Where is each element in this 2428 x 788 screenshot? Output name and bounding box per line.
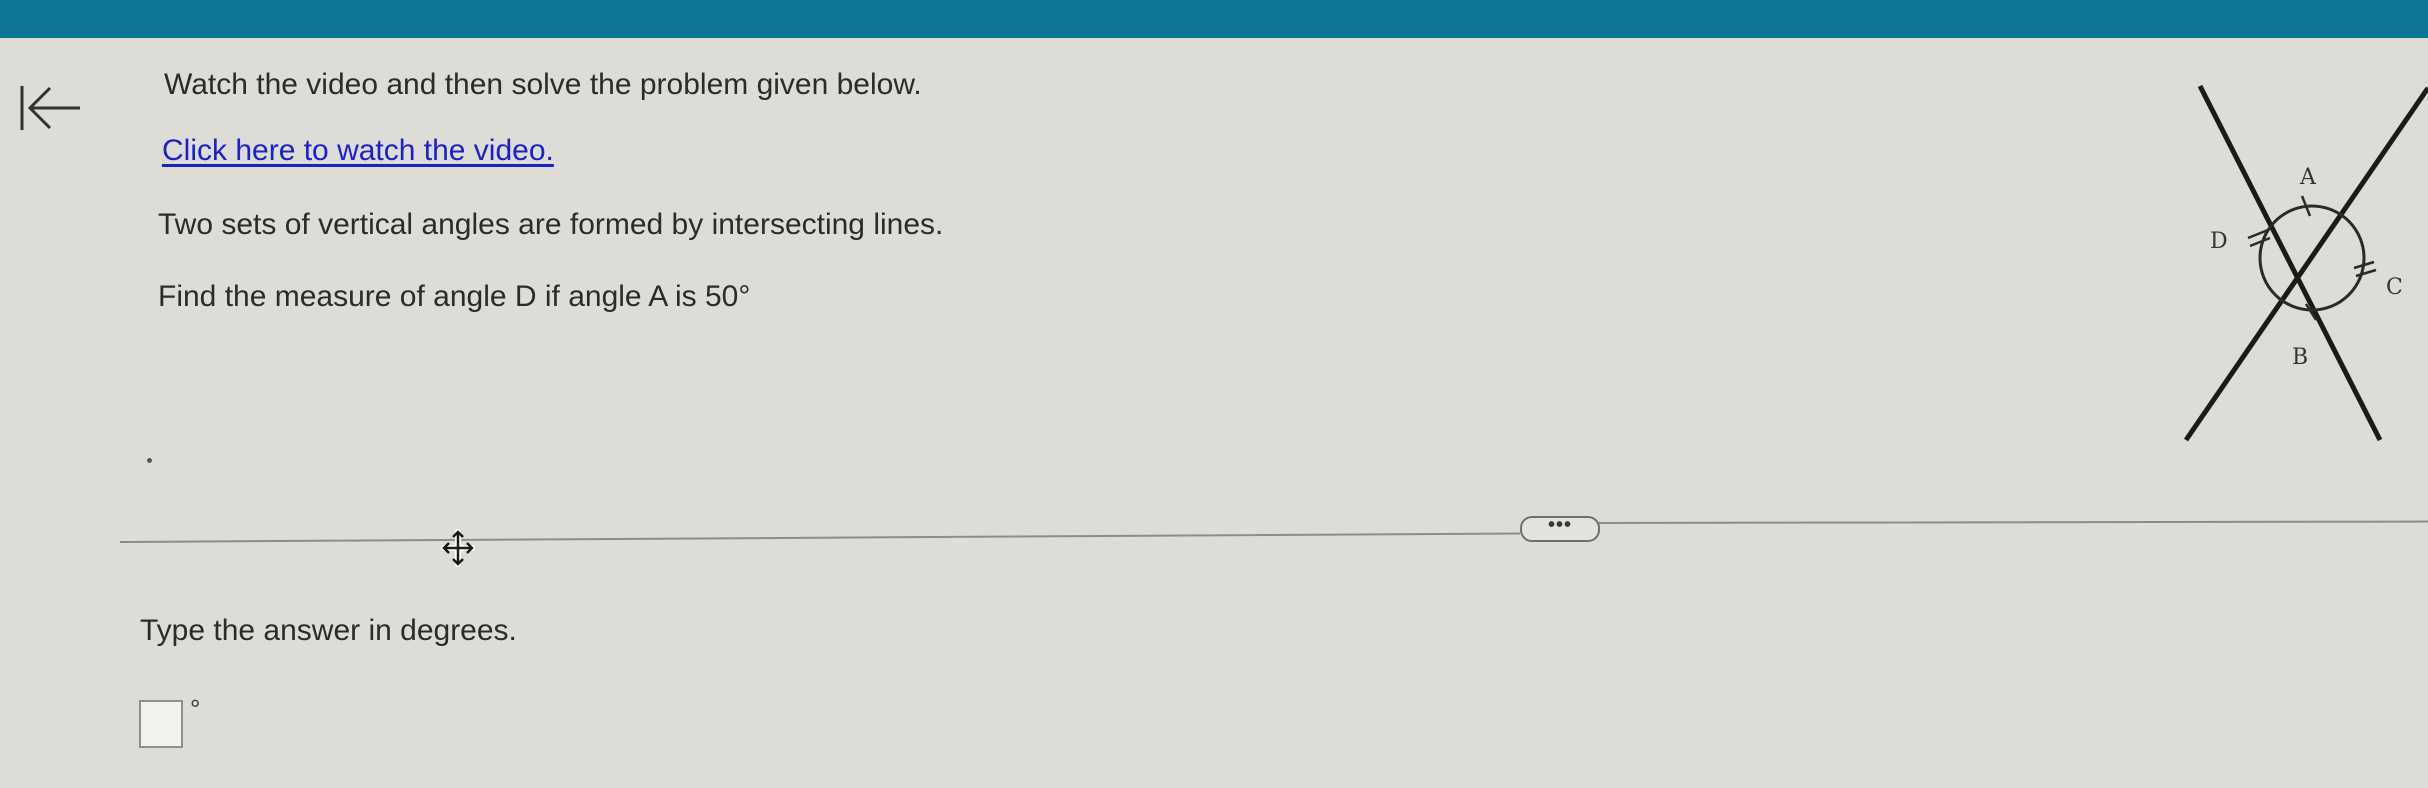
answer-input[interactable] [139,700,183,748]
angle-d-tick-2 [2249,236,2271,248]
stray-dot [147,458,152,463]
vertical-angles-diagram: A B C D [2183,84,2428,442]
back-button[interactable] [18,82,84,134]
arrow-left-to-bar-icon [20,86,80,130]
video-link[interactable]: Click here to watch the video. [162,134,554,168]
angle-label-a: A [2299,165,2317,190]
section-divider-left [120,532,1520,543]
intersecting-line-1 [2197,84,2383,442]
top-header-bar [0,0,2428,38]
angle-label-d: D [2210,229,2228,254]
answer-instruction: Type the answer in degrees. [140,614,517,647]
more-options-button[interactable]: ••• [1520,515,1600,542]
degree-unit: ° [190,694,201,724]
angle-label-b: B [2292,345,2308,370]
angle-c-tick-2 [2355,268,2377,278]
problem-text-line-2: Find the measure of angle D if angle A i… [158,280,751,313]
section-divider-right [1598,520,2428,524]
angle-label-c: C [2386,275,2403,300]
intersecting-line-2 [2183,86,2428,442]
move-cursor-icon [441,529,475,567]
problem-text-line-1: Two sets of vertical angles are formed b… [158,208,944,241]
instruction-text: Watch the video and then solve the probl… [164,68,922,101]
